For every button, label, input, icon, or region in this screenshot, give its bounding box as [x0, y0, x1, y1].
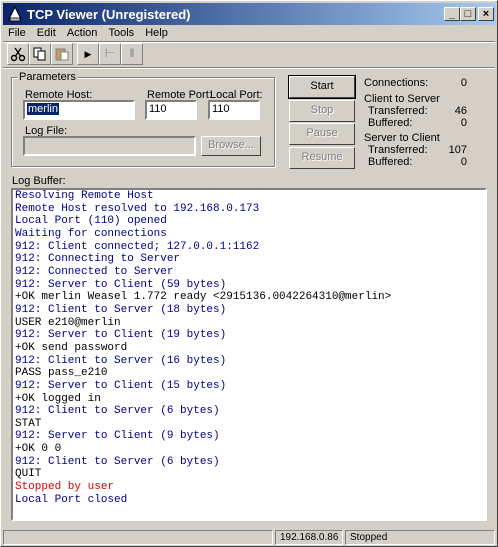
log-line: STAT [15, 417, 42, 430]
log-line: 912: Client to Server (6 bytes) [15, 405, 220, 418]
log-buffer[interactable]: Resolving Remote Host Remote Host resolve… [11, 188, 487, 521]
log-line: 912: Connected to Server [15, 265, 174, 278]
window-title: TCP Viewer (Unregistered) [27, 7, 191, 22]
menu-edit[interactable]: Edit [33, 25, 60, 41]
status-panel-empty [3, 530, 273, 545]
s2c-buffered-value: 0 [460, 156, 467, 168]
browse-button[interactable]: Browse... [201, 136, 261, 156]
log-line: Waiting for connections [15, 227, 167, 240]
pause-icon: ‖ [129, 46, 135, 60]
pause-toolbar-button[interactable]: ‖ [121, 43, 143, 65]
log-line: Remote Host resolved to 192.168.0.173 [15, 202, 260, 215]
step-button[interactable]: ⊢ [99, 43, 121, 65]
log-buffer-label: Log Buffer: [12, 175, 66, 187]
log-line: Resolving Remote Host [15, 190, 154, 202]
status-ip: 192.168.0.86 [275, 530, 343, 545]
main-window: TCP Viewer (Unregistered) _ □ × File Edi… [0, 0, 498, 547]
connections-label: Connections: [364, 77, 429, 89]
connections-value: 0 [460, 77, 467, 89]
local-port-input[interactable]: 110 [208, 100, 260, 120]
scissors-icon [10, 47, 26, 62]
toolbar: ▶ ⊢ ‖ [5, 43, 145, 65]
log-line: +OK send password [15, 341, 128, 354]
c2s-buffered-label: Buffered: [368, 117, 413, 129]
log-line: 912: Server to Client (19 bytes) [15, 329, 227, 342]
log-line: 912: Client to Server (6 bytes) [15, 455, 220, 468]
menu-action[interactable]: Action [63, 25, 102, 41]
step-icon: ⊢ [104, 46, 116, 60]
c2s-heading: Client to Server [364, 93, 440, 105]
pause-button[interactable]: Pause [289, 123, 355, 145]
s2c-heading: Server to Client [364, 132, 440, 144]
log-file-input[interactable] [23, 136, 196, 156]
log-line: 912: Client to Server (18 bytes) [15, 303, 227, 316]
start-button[interactable]: Start [288, 75, 356, 99]
status-bar: 192.168.0.86 Stopped [3, 530, 495, 546]
remote-port-input[interactable]: 110 [145, 100, 197, 120]
c2s-buffered-value: 0 [460, 117, 467, 129]
run-button[interactable]: ▶ [77, 43, 99, 65]
menu-tools[interactable]: Tools [104, 25, 138, 41]
log-line: Stopped by user [15, 481, 115, 494]
resume-button[interactable]: Resume [289, 147, 355, 169]
title-bar[interactable]: TCP Viewer (Unregistered) _ □ × [3, 3, 496, 25]
close-icon: × [482, 8, 490, 20]
maximize-icon: □ [464, 8, 472, 20]
menu-bar: File Edit Action Tools Help [4, 25, 172, 41]
log-line: USER e210@merlin [15, 316, 121, 329]
s2c-transferred-label: Transferred: [368, 144, 428, 156]
play-icon: ▶ [84, 49, 92, 59]
log-line: +OK merlin Weasel 1.772 ready <2915136.0… [15, 291, 392, 304]
log-line: +OK logged in [15, 392, 101, 405]
menu-file[interactable]: File [4, 25, 30, 41]
status-state: Stopped [345, 530, 495, 545]
remote-host-input[interactable]: merlin [23, 100, 135, 120]
log-line: +OK 0 0 [15, 443, 62, 456]
log-line: 912: Server to Client (15 bytes) [15, 379, 227, 392]
s2c-buffered-label: Buffered: [368, 156, 413, 168]
maximize-button[interactable]: □ [460, 7, 476, 21]
log-line: 912: Client connected; 127.0.0.1:1162 [15, 240, 260, 253]
log-line: 912: Server to Client (59 bytes) [15, 278, 227, 291]
paste-icon [55, 48, 69, 61]
parameters-group-label: Parameters [17, 71, 78, 83]
log-line: 912: Connecting to Server [15, 253, 181, 266]
minimize-icon: _ [448, 8, 456, 20]
cut-button[interactable] [7, 43, 29, 65]
c2s-transferred-value: 46 [454, 105, 467, 117]
log-line: 912: Server to Client (9 bytes) [15, 430, 220, 443]
paste-button[interactable] [51, 43, 73, 65]
copy-icon [33, 47, 46, 61]
stop-button[interactable]: Stop [289, 100, 355, 122]
copy-button[interactable] [29, 43, 51, 65]
toolbar-separator [3, 67, 495, 69]
close-button[interactable]: × [478, 7, 494, 21]
minimize-button[interactable]: _ [444, 7, 460, 21]
log-line: PASS pass_e210 [15, 367, 108, 380]
log-line: Local Port closed [15, 493, 128, 506]
app-icon [8, 6, 22, 22]
log-line: 912: Client to Server (16 bytes) [15, 354, 227, 367]
s2c-transferred-value: 107 [448, 144, 467, 156]
remote-host-value: merlin [27, 103, 59, 115]
log-line: QUIT [15, 468, 42, 481]
menu-help[interactable]: Help [141, 25, 172, 41]
log-line: Local Port (110) opened [15, 215, 167, 228]
c2s-transferred-label: Transferred: [368, 105, 428, 117]
